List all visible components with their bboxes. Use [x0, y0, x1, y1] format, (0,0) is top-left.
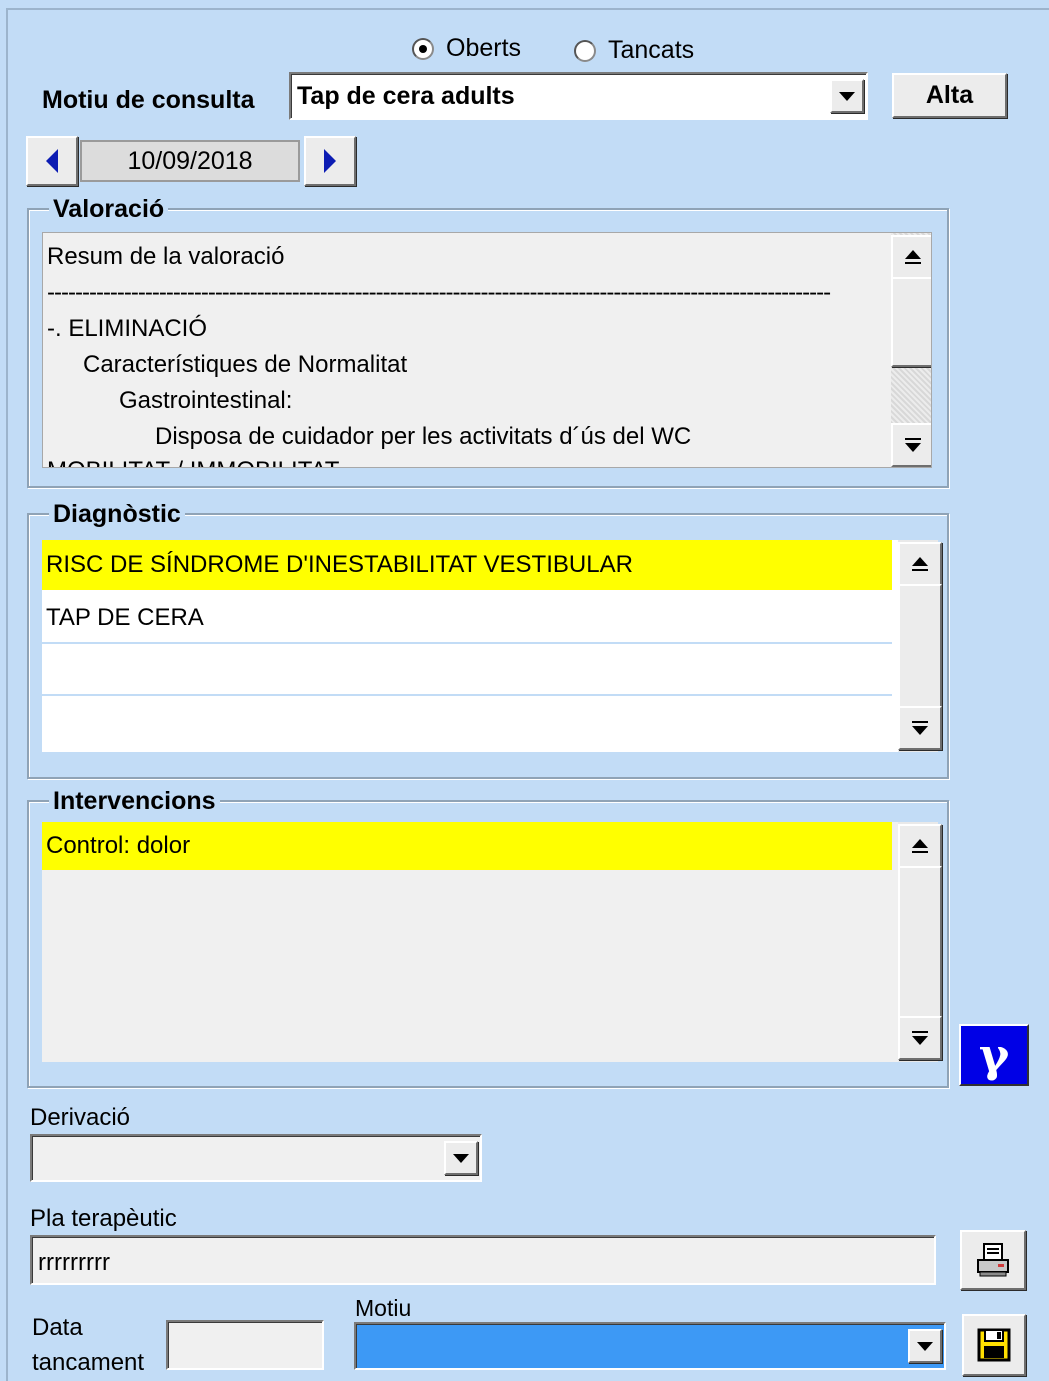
valoracio-line-cut: MOBILITAT / IMMOBILITAT — [47, 457, 339, 467]
scroll-down-button[interactable] — [898, 706, 942, 750]
motiu-tancament-label: Motiu — [355, 1295, 412, 1321]
scroll-down-bar-icon — [912, 721, 928, 723]
valoracio-line: Gastrointestinal: — [119, 387, 293, 414]
scroll-down-icon — [912, 726, 928, 735]
gamma-icon: γ — [978, 1028, 1010, 1082]
scroll-up-button[interactable] — [898, 824, 942, 868]
print-button[interactable] — [960, 1230, 1026, 1290]
diagnostic-list[interactable]: RISC DE SÍNDROME D'INESTABILITAT VESTIBU… — [42, 540, 942, 752]
motiu-tancament-combo[interactable] — [354, 1322, 946, 1370]
valoracio-textarea[interactable]: Resum de la valoració ------------------… — [42, 232, 932, 468]
valoracio-line: Disposa de cuidador per les activitats d… — [155, 423, 692, 450]
diagnostic-scrollbar[interactable] — [898, 540, 942, 752]
radio-unselected-icon — [574, 39, 596, 62]
derivacio-dropdown-button[interactable] — [444, 1141, 478, 1175]
data-tancament-label-line1: Data — [32, 1314, 83, 1341]
intervencions-scrollbar[interactable] — [898, 822, 942, 1062]
scroll-up-icon — [912, 839, 928, 848]
diagnostic-row-selected[interactable]: RISC DE SÍNDROME D'INESTABILITAT VESTIBU… — [42, 540, 892, 590]
chevron-down-icon — [453, 1153, 469, 1163]
scroll-up-bar-icon — [905, 262, 921, 264]
motiu-consulta-dropdown-button[interactable] — [830, 79, 864, 113]
floppy-disk-icon — [977, 1328, 1011, 1362]
left-arrow-icon — [46, 149, 58, 173]
derivacio-combo[interactable] — [30, 1134, 482, 1182]
printer-icon — [977, 1243, 1009, 1277]
gamma-button[interactable]: γ — [959, 1024, 1029, 1086]
scroll-up-icon — [912, 557, 928, 566]
alta-button[interactable]: Alta — [892, 73, 1007, 118]
data-tancament-label-line2: tancament — [32, 1349, 145, 1376]
chevron-down-icon — [839, 91, 855, 101]
right-arrow-icon — [324, 149, 336, 173]
scroll-down-icon — [912, 1036, 928, 1045]
radio-oberts-label: Oberts — [446, 34, 522, 62]
scroll-down-bar-icon — [905, 438, 921, 440]
scroll-down-button[interactable] — [898, 1016, 942, 1060]
valoracio-scrollbar[interactable] — [891, 233, 931, 467]
pla-terapeutic-value: rrrrrrrrr — [38, 1249, 110, 1276]
next-date-button[interactable] — [304, 136, 356, 186]
motiu-consulta-combo[interactable]: Tap de cera adults — [289, 72, 868, 120]
pla-terapeutic-label: Pla terapèutic — [30, 1205, 177, 1232]
pla-terapeutic-field[interactable]: rrrrrrrrr — [30, 1235, 936, 1285]
motiu-consulta-label: Motiu de consulta — [42, 86, 255, 114]
diagnostic-title: Diagnòstic — [49, 499, 185, 529]
chevron-down-icon — [917, 1341, 933, 1351]
motiu-tancament-dropdown-button[interactable] — [908, 1329, 942, 1363]
diagnostic-row-empty[interactable] — [42, 646, 892, 696]
scroll-up-icon — [905, 250, 921, 259]
radio-tancats-label: Tancats — [608, 36, 695, 64]
data-tancament-field[interactable] — [166, 1320, 324, 1370]
valoracio-line: Resum de la valoració — [47, 243, 285, 270]
scroll-down-bar-icon — [912, 1031, 928, 1033]
valoracio-line: Característiques de Normalitat — [83, 351, 408, 378]
diagnostic-row-empty[interactable] — [42, 700, 892, 750]
radio-selected-icon — [412, 37, 434, 60]
date-value: 10/09/2018 — [127, 146, 253, 175]
radio-oberts[interactable]: Oberts — [412, 34, 521, 63]
valoracio-line: -. ELIMINACIÓ — [47, 315, 208, 342]
scroll-up-bar-icon — [912, 851, 928, 853]
scroll-thumb[interactable] — [898, 584, 942, 714]
alta-button-label: Alta — [925, 81, 974, 109]
prev-date-button[interactable] — [26, 136, 78, 186]
date-display: 10/09/2018 — [80, 140, 300, 182]
scroll-thumb[interactable] — [891, 277, 931, 367]
intervencions-title: Intervencions — [49, 786, 220, 816]
intervencions-row-selected[interactable]: Control: dolor — [42, 822, 892, 870]
valoracio-separator: ----------------------------------------… — [47, 279, 831, 306]
scroll-down-button[interactable] — [891, 423, 931, 467]
scroll-up-button[interactable] — [898, 542, 942, 586]
diagnostic-row[interactable]: TAP DE CERA — [42, 594, 892, 644]
derivacio-label: Derivació — [30, 1104, 131, 1131]
scroll-up-bar-icon — [912, 569, 928, 571]
valoracio-title: Valoració — [49, 194, 169, 224]
scroll-thumb[interactable] — [898, 866, 942, 1020]
intervencions-list[interactable]: Control: dolor — [42, 822, 942, 1062]
scroll-down-icon — [905, 443, 921, 452]
radio-tancats[interactable]: Tancats — [574, 36, 694, 65]
motiu-consulta-value: Tap de cera adults — [297, 82, 515, 110]
scroll-up-button[interactable] — [891, 235, 931, 279]
save-button[interactable] — [962, 1314, 1026, 1376]
